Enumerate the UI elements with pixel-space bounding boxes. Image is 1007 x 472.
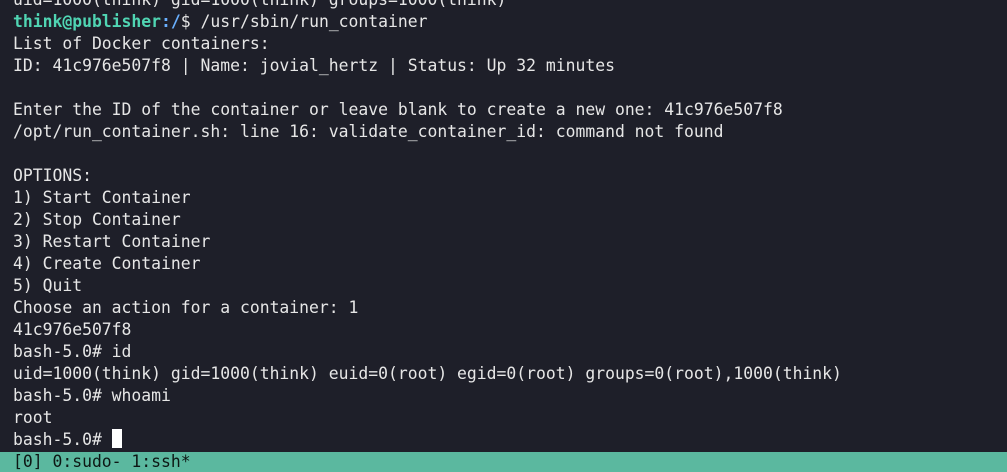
prompt-symbol: $: [180, 12, 201, 31]
prompt-command: /usr/sbin/run_container: [200, 12, 428, 31]
terminal-line: 41c976e507f8: [13, 320, 132, 339]
terminal-line: Enter the ID of the container or leave b…: [13, 100, 783, 119]
terminal-line: 2) Stop Container: [13, 210, 181, 229]
terminal-line: List of Docker containers:: [13, 34, 270, 53]
terminal-line: 1) Start Container: [13, 188, 191, 207]
terminal-output: uid=1000(think) gid=1000(think) groups=1…: [13, 0, 1007, 451]
terminal-line: 4) Create Container: [13, 254, 201, 273]
terminal-line: 5) Quit: [13, 276, 83, 295]
terminal-line: /opt/run_container.sh: line 16: validate…: [13, 122, 724, 141]
terminal-line: ID: 41c976e507f8 | Name: jovial_hertz | …: [13, 56, 615, 75]
terminal-input-line[interactable]: bash-5.0#: [13, 429, 1007, 451]
terminal-line: bash-5.0# whoami: [13, 386, 171, 405]
prompt-user-host: think@publisher: [13, 12, 162, 31]
terminal-line: Choose an action for a container: 1: [13, 298, 359, 317]
terminal-line: OPTIONS:: [13, 166, 92, 185]
current-prompt: bash-5.0#: [13, 430, 112, 449]
terminal-cursor: [111, 429, 122, 448]
terminal-line: bash-5.0# id: [13, 342, 132, 361]
prompt-path: :/: [161, 12, 181, 31]
terminal-line: 3) Restart Container: [13, 232, 211, 251]
terminal-window[interactable]: uid=1000(think) gid=1000(think) groups=1…: [0, 0, 1007, 452]
terminal-line: uid=1000(think) gid=1000(think) groups=1…: [13, 0, 1007, 11]
terminal-line: uid=1000(think) gid=1000(think) euid=0(r…: [13, 364, 842, 383]
terminal-prompt-line: think@publisher:/$ /usr/sbin/run_contain…: [13, 11, 1007, 33]
terminal-line: root: [13, 408, 53, 427]
tmux-status-bar[interactable]: [0] 0:sudo- 1:ssh*: [0, 452, 1007, 472]
